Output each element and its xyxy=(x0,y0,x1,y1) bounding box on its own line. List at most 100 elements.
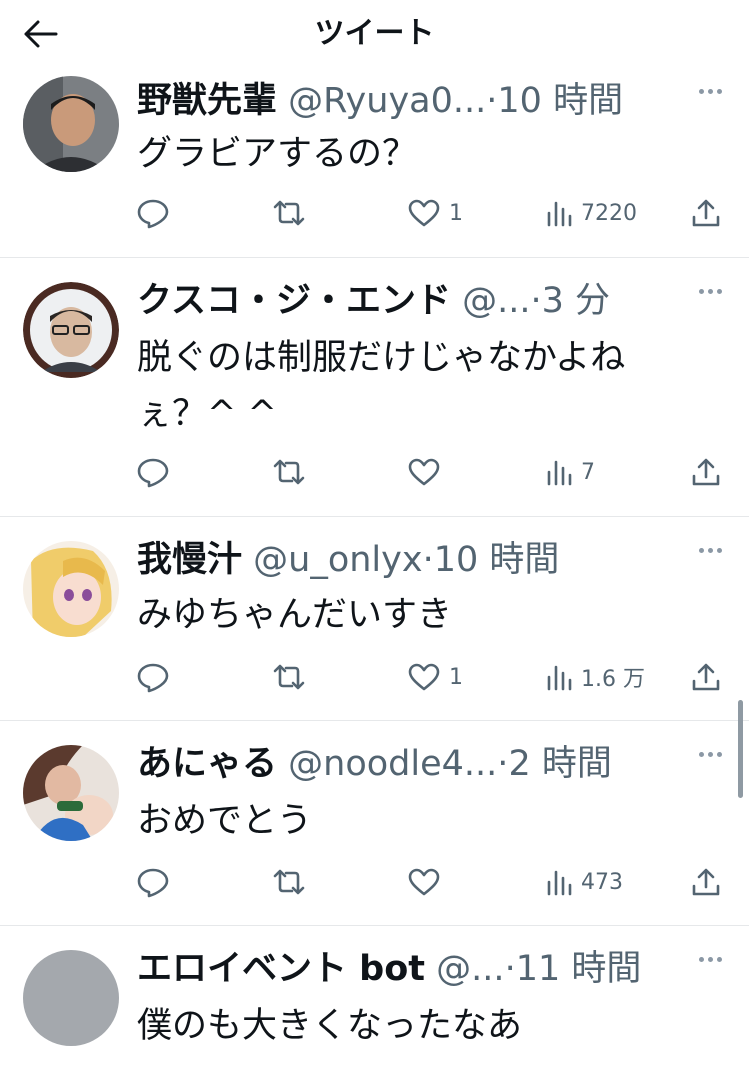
views-button[interactable]: 7220 xyxy=(545,193,637,233)
dot-separator: · xyxy=(497,744,509,784)
share-button[interactable] xyxy=(690,862,722,902)
display-name[interactable]: あにゃる xyxy=(137,744,277,784)
dot-separator: · xyxy=(504,949,516,989)
top-bar: ツイート xyxy=(0,0,749,68)
avatar[interactable] xyxy=(23,541,119,637)
tweet-item[interactable]: 野獣先輩 @Ryuya0...·10 時間 グラビアするの？ 1 7220 xyxy=(0,68,749,258)
display-name[interactable]: エロイベント bot xyxy=(137,949,425,989)
analytics-icon xyxy=(547,201,572,227)
retweet-button[interactable] xyxy=(272,657,306,697)
more-dots-icon xyxy=(698,288,704,294)
reply-button[interactable] xyxy=(136,193,170,233)
views-button[interactable]: 473 xyxy=(545,862,623,902)
like-button[interactable]: 1 xyxy=(407,657,463,697)
like-count: 1 xyxy=(449,200,463,226)
reply-button[interactable] xyxy=(136,452,170,492)
share-button[interactable] xyxy=(690,452,722,492)
user-handle[interactable]: @Ryuya0... xyxy=(288,81,486,121)
retweet-icon xyxy=(273,459,305,485)
user-handle[interactable]: @noodle4... xyxy=(288,744,497,784)
analytics-icon xyxy=(547,870,572,896)
analytics-icon xyxy=(547,665,572,691)
timestamp[interactable]: 2 時間 xyxy=(508,744,611,784)
display-name[interactable]: クスコ・ジ・エンド xyxy=(137,281,451,321)
like-count: 1 xyxy=(449,664,463,690)
timestamp[interactable]: 10 時間 xyxy=(497,81,623,121)
tweet-header: 我慢汁 @u_onlyx·10 時間 xyxy=(137,535,682,585)
retweet-button[interactable] xyxy=(272,862,306,902)
tweet-actions: 473 xyxy=(0,862,749,902)
tweet-text: みゆちゃんだいすき xyxy=(137,587,697,643)
dot-separator: · xyxy=(422,540,434,580)
view-count: 1.6 万 xyxy=(581,667,645,692)
view-count: 473 xyxy=(581,869,623,895)
tweet-item[interactable]: あにゃる @noodle4...·2 時間 おめでとう 473 xyxy=(0,721,749,926)
user-handle[interactable]: @... xyxy=(462,281,530,321)
page-title: ツイート xyxy=(314,16,435,51)
heart-icon xyxy=(408,663,440,691)
more-dots-icon xyxy=(698,751,704,757)
view-count: 7220 xyxy=(581,200,637,226)
like-button[interactable] xyxy=(407,862,449,902)
avatar[interactable] xyxy=(23,76,119,172)
reply-button[interactable] xyxy=(136,862,170,902)
tweet-item[interactable]: エロイベント bot @...·11 時間 僕のも大きくなったなあ xyxy=(0,926,749,1065)
avatar[interactable] xyxy=(23,950,119,1046)
more-options-button[interactable] xyxy=(690,76,730,106)
display-name[interactable]: 野獣先輩 xyxy=(137,81,277,121)
avatar[interactable] xyxy=(23,745,119,841)
more-options-button[interactable] xyxy=(690,944,730,974)
user-handle[interactable]: @u_onlyx xyxy=(253,540,422,580)
retweet-button[interactable] xyxy=(272,193,306,233)
reply-icon xyxy=(137,663,169,693)
share-icon xyxy=(692,199,720,227)
display-name[interactable]: 我慢汁 xyxy=(137,540,242,580)
tweet-header: エロイベント bot @...·11 時間 xyxy=(137,944,682,994)
more-dots-icon xyxy=(698,88,704,94)
dot-separator: · xyxy=(486,81,498,121)
reply-icon xyxy=(137,868,169,898)
share-button[interactable] xyxy=(690,193,722,233)
tweet-actions: 7 xyxy=(0,452,749,492)
share-button[interactable] xyxy=(690,657,722,697)
share-icon xyxy=(692,458,720,486)
scrollbar-thumb[interactable] xyxy=(738,700,743,798)
more-dots-icon xyxy=(698,547,704,553)
reply-icon xyxy=(137,458,169,488)
reply-button[interactable] xyxy=(136,657,170,697)
tweet-text-line: ぇ？^ ^ xyxy=(137,394,277,434)
tweet-header: クスコ・ジ・エンド @...·3 分 xyxy=(137,276,682,326)
avatar[interactable] xyxy=(23,282,119,378)
more-options-button[interactable] xyxy=(690,535,730,565)
views-button[interactable]: 7 xyxy=(545,452,595,492)
more-options-button[interactable] xyxy=(690,276,730,306)
tweet-item[interactable]: 我慢汁 @u_onlyx·10 時間 みゆちゃんだいすき 1 1.6 万 xyxy=(0,517,749,721)
views-button[interactable]: 1.6 万 xyxy=(545,657,645,697)
retweet-icon xyxy=(273,664,305,690)
tweet-text: 僕のも大きくなったなあ xyxy=(137,998,697,1054)
tweet-text-line: おめでとう xyxy=(137,801,313,841)
tweet-text: グラビアするの？ xyxy=(137,126,697,182)
tweet-text-line: グラビアするの？ xyxy=(137,134,418,174)
retweet-button[interactable] xyxy=(272,452,306,492)
timestamp[interactable]: 11 時間 xyxy=(516,949,642,989)
tweet-actions: 1 1.6 万 xyxy=(0,657,749,697)
reply-icon xyxy=(137,199,169,229)
tweet-text: 脱ぐのは制服だけじゃなかよね ぇ？^ ^ xyxy=(137,330,697,442)
tweet-text-line: みゆちゃんだいすき xyxy=(137,595,453,635)
timestamp[interactable]: 10 時間 xyxy=(434,540,560,580)
like-button[interactable] xyxy=(407,452,449,492)
tweet-item[interactable]: クスコ・ジ・エンド @...·3 分 脱ぐのは制服だけじゃなかよね ぇ？^ ^ … xyxy=(0,258,749,517)
share-icon xyxy=(692,663,720,691)
more-options-button[interactable] xyxy=(690,739,730,769)
timestamp[interactable]: 3 分 xyxy=(542,281,610,321)
tweet-text-line: 僕のも大きくなったなあ xyxy=(137,1006,523,1046)
heart-icon xyxy=(408,868,440,896)
retweet-icon xyxy=(273,869,305,895)
tweet-header: あにゃる @noodle4...·2 時間 xyxy=(137,739,682,789)
retweet-icon xyxy=(273,200,305,226)
tweet-text-line: 脱ぐのは制服だけじゃなかよね xyxy=(137,338,626,378)
like-button[interactable]: 1 xyxy=(407,193,463,233)
dot-separator: · xyxy=(530,281,542,321)
user-handle[interactable]: @... xyxy=(436,949,504,989)
